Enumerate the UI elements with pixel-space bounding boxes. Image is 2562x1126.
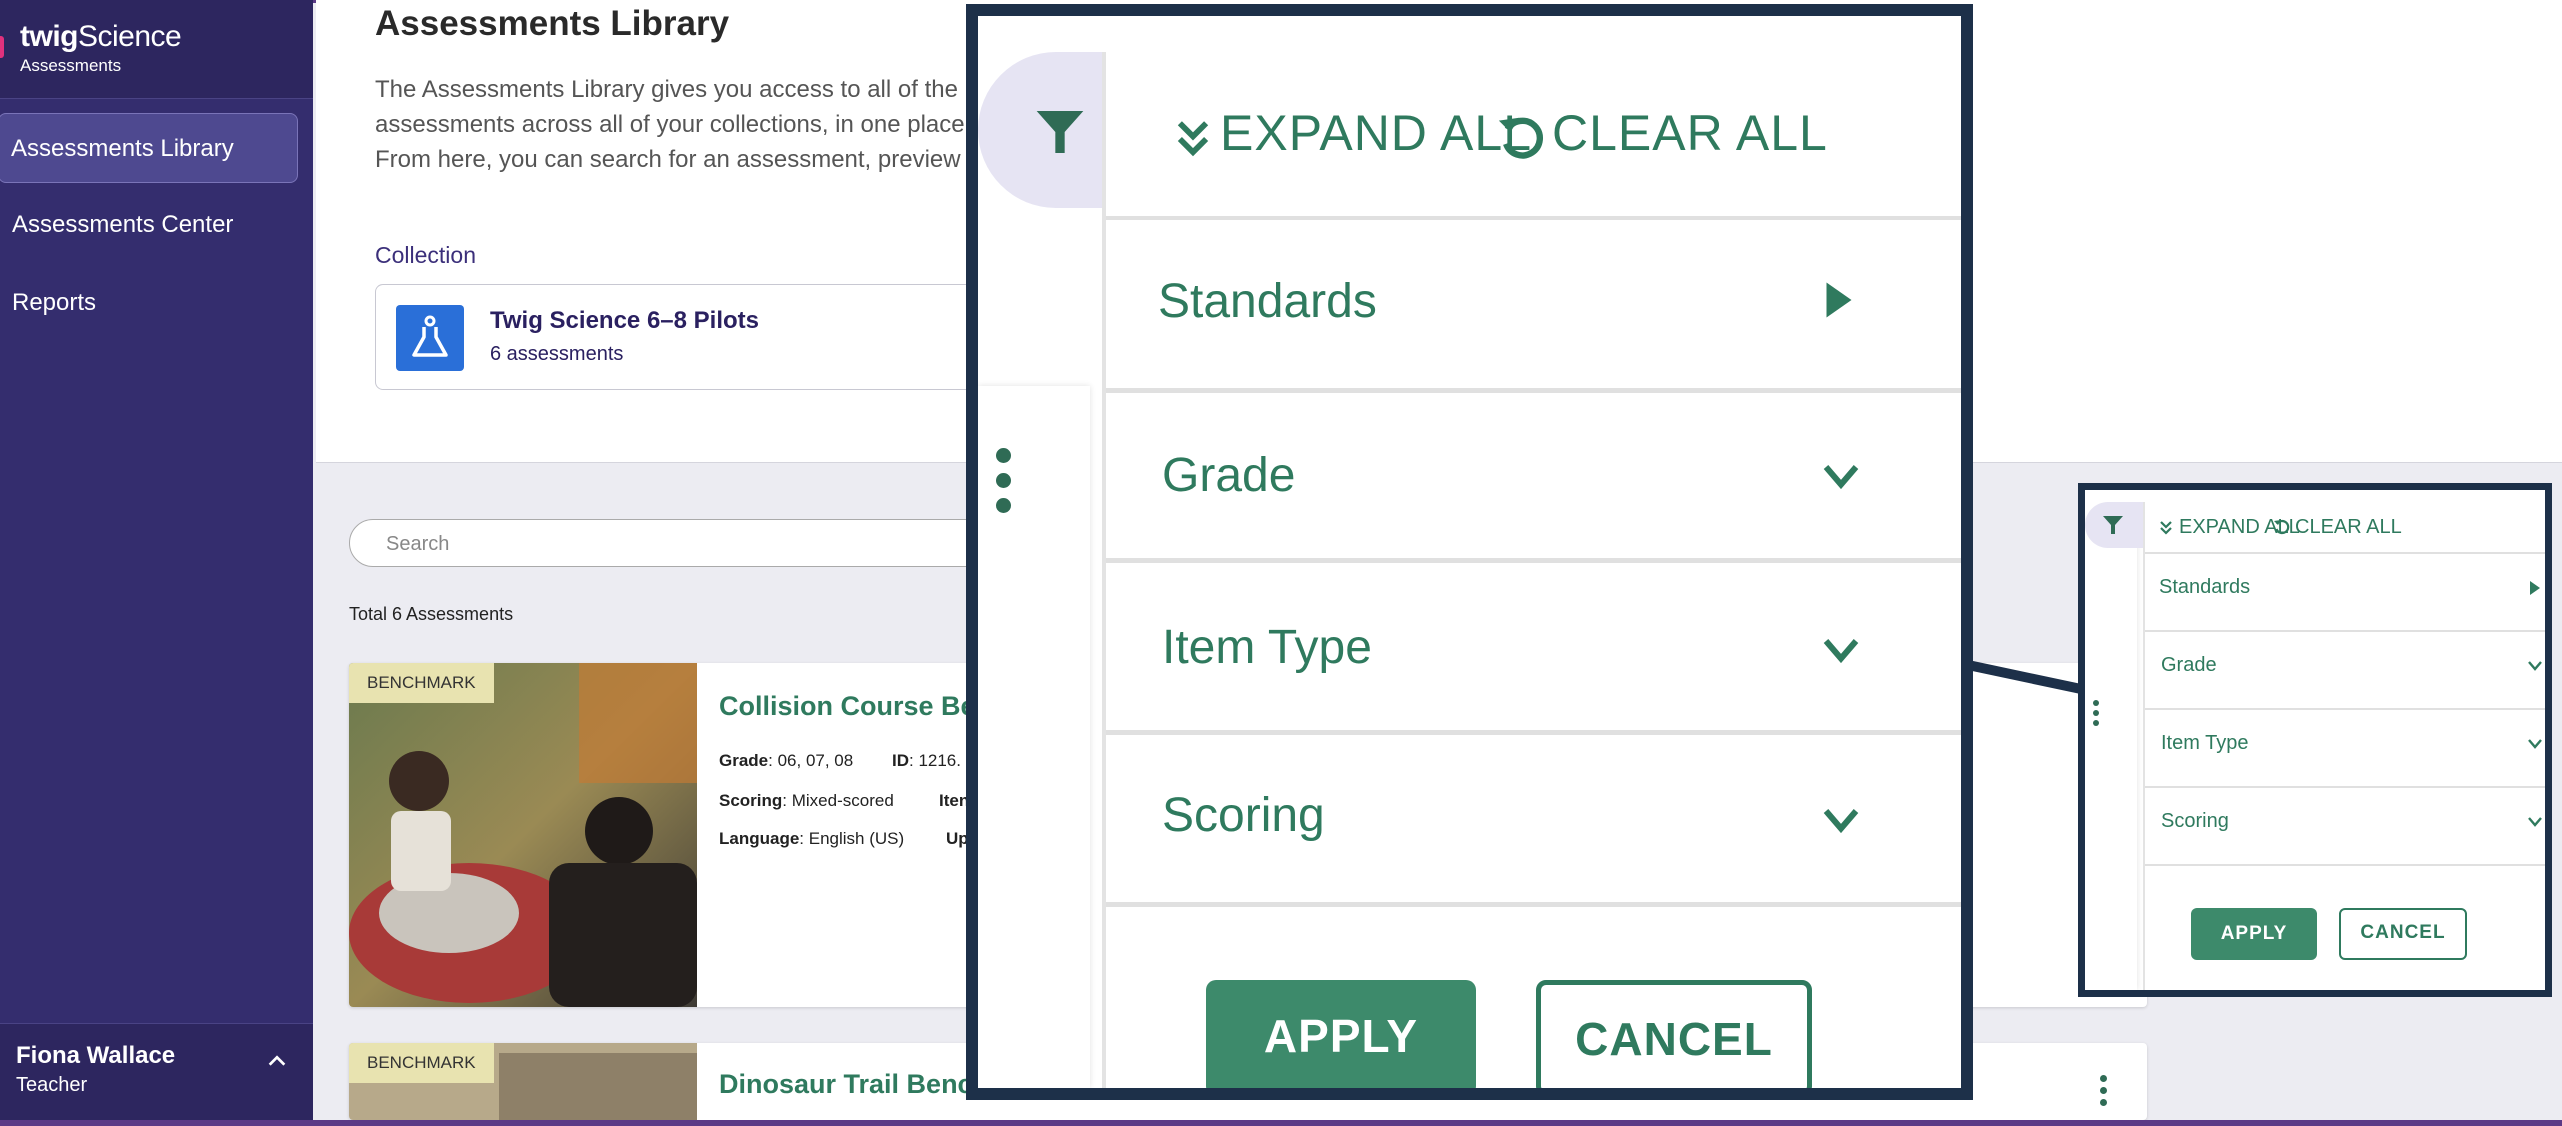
filter-section-grade[interactable]: Grade <box>2161 654 2217 677</box>
page-title: Assessments Library <box>375 4 730 43</box>
search-placeholder: Search <box>386 533 450 555</box>
card-edge <box>2085 520 2137 990</box>
filter-panel-zoom-callout: EXPAND ALL CLEAR ALL Standards Grade Ite… <box>966 4 1973 1100</box>
assessment-type-badge: BENCHMARK <box>349 1043 494 1083</box>
sidebar-item-assessments-library[interactable]: Assessments Library <box>0 113 298 183</box>
filter-section-scoring[interactable]: Scoring <box>1162 788 1325 843</box>
collection-selector[interactable]: Twig Science 6–8 Pilots 6 assessments <box>375 284 1015 390</box>
chevron-down-icon[interactable] <box>1820 806 1862 836</box>
divider <box>1106 902 1961 907</box>
flask-icon <box>396 305 464 371</box>
brand-subtitle: Assessments <box>20 56 122 75</box>
chevron-down-icon[interactable] <box>2527 738 2543 750</box>
reset-icon <box>2274 519 2290 535</box>
filter-section-standards[interactable]: Standards <box>1158 274 1377 329</box>
collection-count: 6 assessments <box>490 343 624 365</box>
more-options-icon[interactable] <box>996 448 1012 518</box>
filter-section-scoring[interactable]: Scoring <box>2161 810 2229 833</box>
filter-section-item-type[interactable]: Item Type <box>1162 620 1372 675</box>
filter-icon <box>2103 516 2123 534</box>
chevron-down-icon[interactable] <box>1820 462 1862 492</box>
brand-logo-bold: twig <box>20 20 79 53</box>
chevron-down-icon[interactable] <box>2527 816 2543 828</box>
divider <box>2145 864 2545 866</box>
assessment-scoring: Scoring: Mixed-scored <box>719 791 894 810</box>
expand-all-button[interactable]: EXPAND ALL <box>1220 104 1532 162</box>
clear-all-button[interactable]: CLEAR ALL <box>2295 516 2402 539</box>
filter-section-item-type[interactable]: Item Type <box>2161 732 2248 755</box>
divider <box>2145 786 2545 788</box>
reset-icon <box>1498 117 1543 159</box>
divider <box>1106 558 1961 563</box>
cancel-button[interactable]: CANCEL <box>1536 980 1812 1088</box>
double-chevron-down-icon <box>2160 521 2172 535</box>
collection-label: Collection <box>375 242 476 268</box>
brand-accent-mark <box>0 36 4 58</box>
apply-button[interactable]: APPLY <box>2191 908 2317 960</box>
caret-right-icon[interactable] <box>1822 280 1856 320</box>
assessment-grade: Grade: 06, 07, 08 <box>719 751 854 770</box>
apply-button[interactable]: APPLY <box>1206 980 1476 1088</box>
filter-icon <box>1036 111 1084 153</box>
more-options-icon[interactable] <box>2100 1075 2108 1111</box>
user-role: Teacher <box>16 1074 88 1096</box>
divider <box>1106 388 1961 393</box>
chevron-down-icon[interactable] <box>1820 636 1862 666</box>
cancel-button[interactable]: CANCEL <box>2339 908 2467 960</box>
filter-section-standards[interactable]: Standards <box>2159 576 2250 599</box>
bottom-accent-line <box>0 1120 2562 1126</box>
assessment-title[interactable]: Dinosaur Trail Benc <box>719 1069 973 1100</box>
card-edge <box>978 386 1090 1088</box>
divider <box>2145 630 2545 632</box>
user-name: Fiona Wallace <box>16 1042 176 1069</box>
assessment-language: Language: English (US) <box>719 829 905 848</box>
brand-logo-light: Science <box>78 20 182 53</box>
page-description: The Assessments Library gives you access… <box>375 76 972 184</box>
caret-right-icon[interactable] <box>2529 580 2541 596</box>
chevron-down-icon[interactable] <box>2527 660 2543 672</box>
sidebar-item-assessments-center[interactable]: Assessments Center <box>0 190 300 260</box>
brand-logo[interactable]: twigScience <box>20 20 182 54</box>
user-menu[interactable]: Fiona Wallace Teacher <box>0 1023 313 1120</box>
sidebar-item-reports[interactable]: Reports <box>0 268 300 338</box>
divider <box>1106 216 1961 220</box>
divider <box>2145 552 2545 554</box>
divider <box>2145 708 2545 710</box>
divider <box>1106 730 1961 735</box>
filter-panel: EXPAND ALL CLEAR ALL Standards Grade Ite… <box>2143 502 2545 990</box>
more-options-icon[interactable] <box>2093 700 2101 731</box>
filter-panel: EXPAND ALL CLEAR ALL Standards Grade Ite… <box>1102 52 1961 1088</box>
clear-all-button[interactable]: CLEAR ALL <box>1552 104 1828 162</box>
assessment-id: ID: 1216. <box>892 751 961 770</box>
total-count: Total 6 Assessments <box>349 604 514 624</box>
search-input[interactable]: Search <box>349 519 1029 567</box>
brand-header: twigScience Assessments <box>0 0 313 99</box>
assessment-items: Iten <box>939 791 970 810</box>
filter-panel-callout: EXPAND ALL CLEAR ALL Standards Grade Ite… <box>2078 483 2552 997</box>
sidebar: twigScience Assessments Assessments Libr… <box>0 0 313 1126</box>
double-chevron-down-icon <box>1177 121 1209 157</box>
collection-title: Twig Science 6–8 Pilots <box>490 307 759 334</box>
chevron-up-icon[interactable] <box>266 1050 288 1072</box>
filter-tab[interactable] <box>978 52 1102 208</box>
assessment-title[interactable]: Collision Course Be <box>719 691 976 722</box>
filter-tab[interactable] <box>2085 502 2143 548</box>
filter-section-grade[interactable]: Grade <box>1162 448 1295 503</box>
assessment-thumbnail <box>349 663 697 1007</box>
assessment-type-badge: BENCHMARK <box>349 663 494 703</box>
